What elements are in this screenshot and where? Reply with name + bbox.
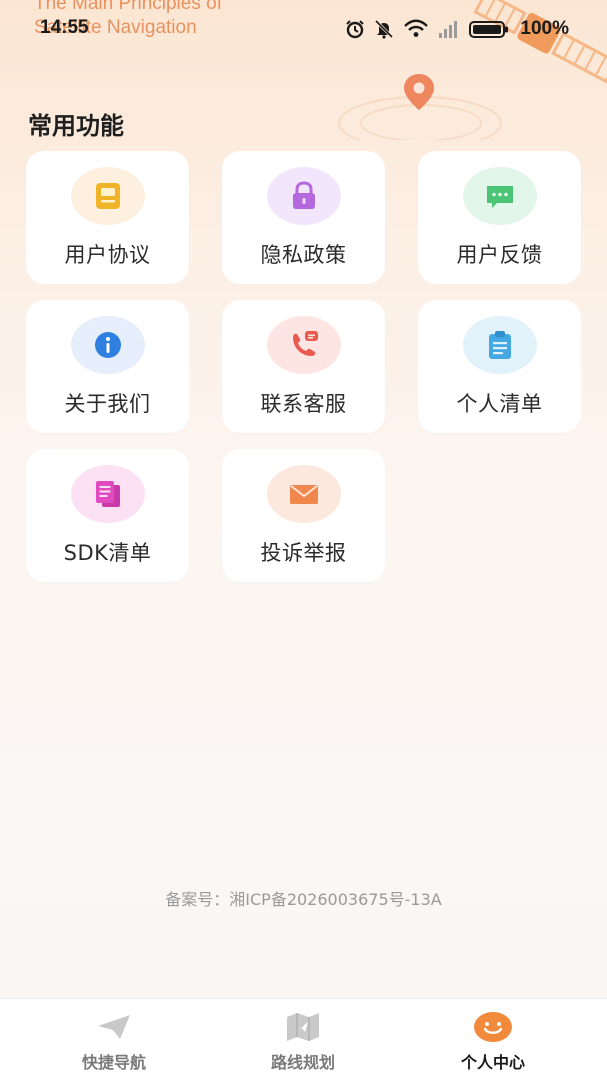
tab-label: 个人中心 (460, 1053, 525, 1072)
tab-quick-navigation[interactable]: 快捷导航 (14, 999, 214, 1081)
clipboard-icon (488, 331, 511, 359)
section-title: 常用功能 (28, 112, 124, 140)
feature-label: 投诉举报 (260, 541, 347, 565)
tab-label: 快捷导航 (81, 1053, 146, 1072)
icon-badge (462, 167, 537, 225)
feature-label: SDK清单 (63, 541, 152, 565)
icon-badge (266, 167, 341, 225)
chat-icon (486, 186, 513, 208)
status-time: 14:55 (40, 17, 89, 38)
feature-card-about-us[interactable]: 关于我们 (26, 300, 189, 433)
feature-card-personal-list[interactable]: 个人清单 (418, 300, 581, 433)
paper-plane-icon (94, 1011, 134, 1043)
icp-record: 备案号：湘ICP备2026003675号-13A (165, 890, 442, 909)
icon-badge (266, 316, 341, 374)
battery-icon (469, 19, 509, 39)
feature-label: 关于我们 (64, 392, 151, 416)
feature-label: 个人清单 (456, 392, 543, 416)
signal-icon (438, 19, 460, 39)
feature-card-complaint-report[interactable]: 投诉举报 (222, 449, 385, 582)
icon-badge (266, 465, 341, 523)
pages-icon (95, 481, 120, 507)
tab-route-planning[interactable]: 路线规划 (203, 999, 403, 1081)
feature-card-contact-service[interactable]: 联系客服 (222, 300, 385, 433)
document-icon (95, 183, 120, 209)
tab-personal-center[interactable]: 个人中心 (393, 999, 593, 1081)
status-bar: 14:55 100% (0, 14, 607, 44)
feature-card-sdk-list[interactable]: SDK清单 (26, 449, 189, 582)
bottom-tab-bar: 快捷导航 路线规划 个人中心 (0, 998, 607, 1081)
feature-card-user-feedback[interactable]: 用户反馈 (418, 151, 581, 284)
icon-badge (70, 167, 145, 225)
phone-icon (292, 331, 318, 356)
battery-percent: 100% (520, 18, 569, 39)
smiley-icon (473, 1011, 513, 1043)
feature-card-privacy-policy[interactable]: 隐私政策 (222, 151, 385, 284)
icon-badge (70, 316, 145, 374)
feature-label: 联系客服 (260, 392, 347, 416)
icon-badge (462, 316, 537, 374)
map-icon (283, 1011, 323, 1043)
feature-label: 隐私政策 (260, 243, 347, 267)
lock-icon (292, 181, 315, 209)
icon-badge (70, 465, 145, 523)
alarm-icon (345, 19, 365, 39)
info-icon (94, 332, 121, 358)
mail-icon (289, 485, 318, 504)
status-icons: 100% (345, 18, 569, 40)
feature-label: 用户反馈 (456, 243, 543, 267)
feature-card-user-agreement[interactable]: 用户协议 (26, 151, 189, 284)
feature-label: 用户协议 (64, 243, 151, 267)
feature-grid: 用户协议 隐私政策 用户反馈 关于我们 联系客服 个人清单 SDK清单 投诉举报 (26, 151, 582, 582)
wifi-icon (403, 19, 429, 39)
tab-label: 路线规划 (270, 1053, 335, 1072)
mute-bell-icon (374, 19, 394, 39)
